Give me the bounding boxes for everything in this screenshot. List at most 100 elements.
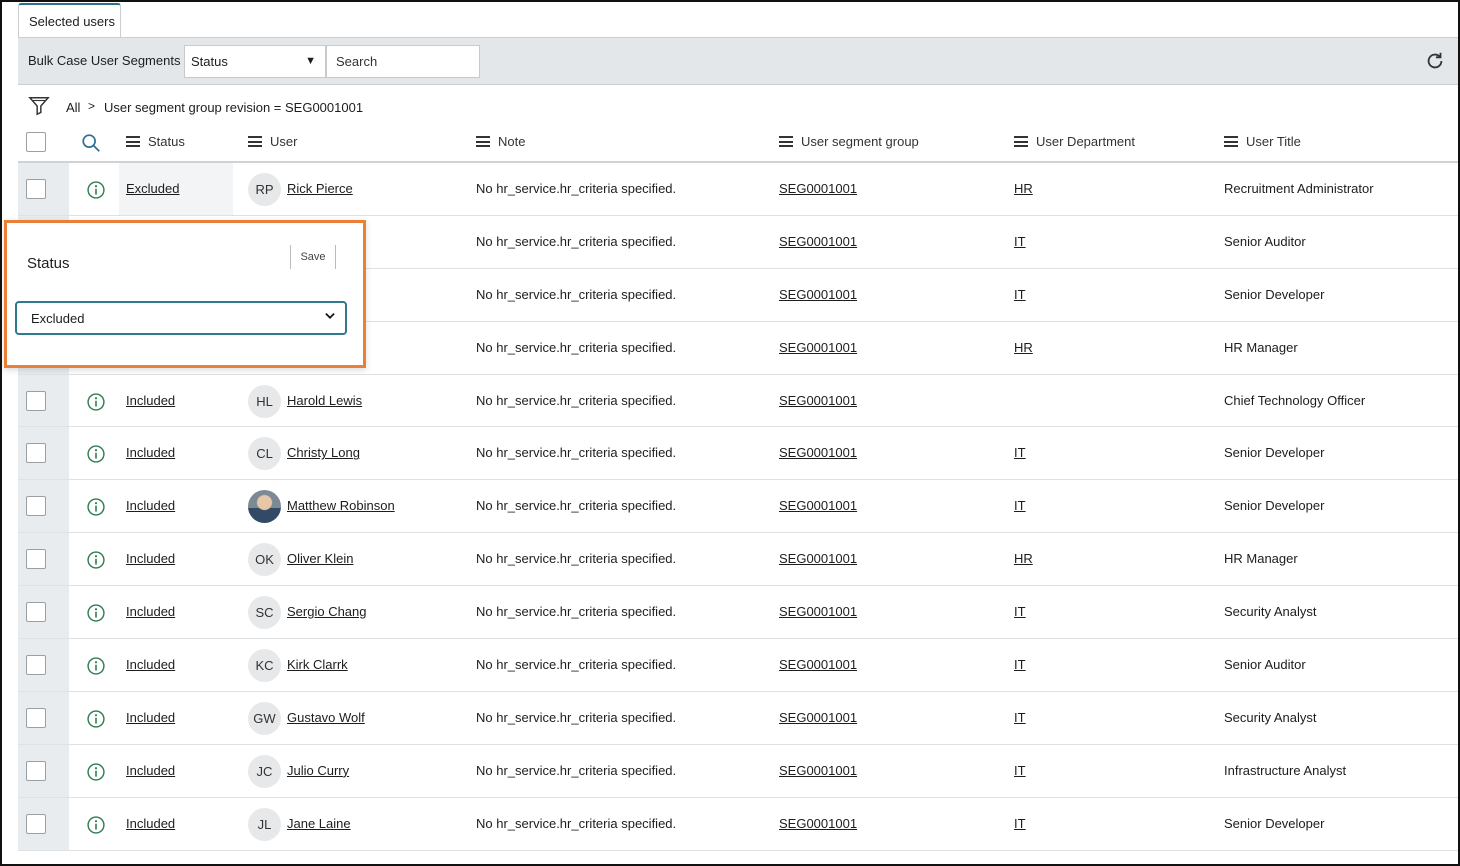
segment-link[interactable]: SEG0001001 — [779, 181, 857, 196]
user-link[interactable]: Rick Pierce — [287, 181, 353, 196]
table-row: Included Matthew Robinson No hr_service.hr… — [18, 480, 1458, 534]
note-text: No hr_service.hr_criteria specified. — [476, 815, 677, 831]
segment-link[interactable]: SEG0001001 — [779, 657, 857, 672]
segment-link[interactable]: SEG0001001 — [779, 445, 857, 460]
status-link[interactable]: Excluded — [126, 181, 179, 196]
search-field-select[interactable]: Status ▼ — [184, 45, 326, 78]
note-text: No hr_service.hr_criteria specified. — [476, 233, 677, 249]
info-icon[interactable] — [86, 392, 106, 412]
department-link[interactable]: HR — [1014, 340, 1033, 355]
user-link[interactable]: Christy Long — [287, 445, 360, 460]
user-link[interactable]: Jane Laine — [287, 816, 351, 831]
info-icon[interactable] — [86, 709, 106, 729]
row-checkbox[interactable] — [26, 602, 46, 623]
status-link[interactable]: Included — [126, 393, 175, 408]
refresh-icon[interactable] — [1424, 50, 1446, 72]
user-link[interactable]: Oliver Klein — [287, 551, 353, 566]
department-link[interactable]: IT — [1014, 816, 1026, 831]
user-link[interactable]: Julio Curry — [287, 763, 349, 778]
segment-link[interactable]: SEG0001001 — [779, 393, 857, 408]
info-icon[interactable] — [86, 444, 106, 464]
status-link[interactable]: Included — [126, 604, 175, 619]
avatar — [248, 490, 281, 524]
department-link[interactable]: IT — [1014, 234, 1026, 249]
segment-link[interactable]: SEG0001001 — [779, 551, 857, 566]
department-link[interactable]: IT — [1014, 657, 1026, 672]
avatar: RP — [248, 173, 281, 206]
row-checkbox[interactable] — [26, 179, 46, 199]
info-icon[interactable] — [86, 603, 106, 623]
department-link[interactable]: IT — [1014, 445, 1026, 460]
user-title-text: Senior Developer — [1224, 815, 1325, 831]
department-link[interactable]: HR — [1014, 551, 1033, 566]
column-header-department[interactable]: User Department — [1014, 134, 1135, 149]
user-link[interactable]: Harold Lewis — [287, 393, 362, 408]
status-link[interactable]: Included — [126, 710, 175, 725]
segment-link[interactable]: SEG0001001 — [779, 498, 857, 513]
user-link[interactable]: Matthew Robinson — [287, 498, 395, 513]
row-checkbox[interactable] — [26, 760, 46, 781]
info-icon[interactable] — [86, 762, 106, 782]
segment-link[interactable]: SEG0001001 — [779, 604, 857, 619]
breadcrumb-condition[interactable]: User segment group revision = SEG0001001 — [104, 100, 363, 115]
column-header-segment[interactable]: User segment group — [779, 134, 919, 149]
user-title-text: Senior Developer — [1224, 286, 1325, 302]
segment-link[interactable]: SEG0001001 — [779, 816, 857, 831]
tab-bar: Selected users — [18, 3, 1458, 37]
status-select[interactable]: Excluded — [15, 301, 347, 335]
info-icon[interactable] — [86, 497, 106, 517]
column-header-note[interactable]: Note — [476, 134, 525, 149]
user-title-text: Security Analyst — [1224, 709, 1317, 725]
segment-link[interactable]: SEG0001001 — [779, 340, 857, 355]
row-checkbox[interactable] — [26, 443, 46, 464]
department-link[interactable]: IT — [1014, 498, 1026, 513]
department-link[interactable]: IT — [1014, 710, 1026, 725]
segment-link[interactable]: SEG0001001 — [779, 234, 857, 249]
row-checkbox[interactable] — [26, 496, 46, 517]
filter-icon[interactable] — [28, 95, 50, 117]
segment-link[interactable]: SEG0001001 — [779, 287, 857, 302]
status-link[interactable]: Included — [126, 763, 175, 778]
segment-link[interactable]: SEG0001001 — [779, 710, 857, 725]
column-menu-icon[interactable] — [1224, 136, 1238, 147]
select-all-checkbox[interactable] — [26, 132, 46, 152]
user-title-text: Recruitment Administrator — [1224, 181, 1374, 196]
search-placeholder: Search — [336, 54, 378, 69]
status-link[interactable]: Included — [126, 551, 175, 566]
department-link[interactable]: IT — [1014, 763, 1026, 778]
status-link[interactable]: Included — [126, 498, 175, 513]
column-header-status[interactable]: Status — [126, 134, 185, 149]
info-icon[interactable] — [86, 656, 106, 676]
column-menu-icon[interactable] — [248, 136, 262, 147]
status-link[interactable]: Included — [126, 657, 175, 672]
search-icon[interactable] — [80, 132, 102, 154]
column-menu-icon[interactable] — [779, 136, 793, 147]
department-link[interactable]: IT — [1014, 604, 1026, 619]
save-button[interactable]: Save — [290, 245, 336, 269]
column-menu-icon[interactable] — [1014, 136, 1028, 147]
column-header-user[interactable]: User — [248, 134, 297, 149]
row-checkbox[interactable] — [26, 707, 46, 728]
segment-link[interactable]: SEG0001001 — [779, 763, 857, 778]
info-icon[interactable] — [86, 180, 106, 200]
user-link[interactable]: Gustavo Wolf — [287, 710, 365, 725]
breadcrumb-separator: > — [88, 99, 96, 113]
row-checkbox[interactable] — [26, 655, 46, 676]
column-header-title[interactable]: User Title — [1224, 134, 1301, 149]
tab-selected-users[interactable]: Selected users — [18, 3, 121, 37]
column-menu-icon[interactable] — [126, 136, 140, 147]
department-link[interactable]: HR — [1014, 181, 1033, 196]
info-icon[interactable] — [86, 815, 106, 835]
user-link[interactable]: Kirk Clarrk — [287, 657, 348, 672]
breadcrumb-all[interactable]: All — [66, 100, 80, 115]
row-checkbox[interactable] — [26, 549, 46, 570]
search-input[interactable]: Search — [326, 45, 480, 78]
status-link[interactable]: Included — [126, 816, 175, 831]
status-link[interactable]: Included — [126, 445, 175, 460]
info-icon[interactable] — [86, 550, 106, 570]
row-checkbox[interactable] — [26, 813, 46, 834]
department-link[interactable]: IT — [1014, 287, 1026, 302]
column-menu-icon[interactable] — [476, 136, 490, 147]
user-link[interactable]: Sergio Chang — [287, 604, 367, 619]
row-checkbox[interactable] — [26, 390, 46, 411]
